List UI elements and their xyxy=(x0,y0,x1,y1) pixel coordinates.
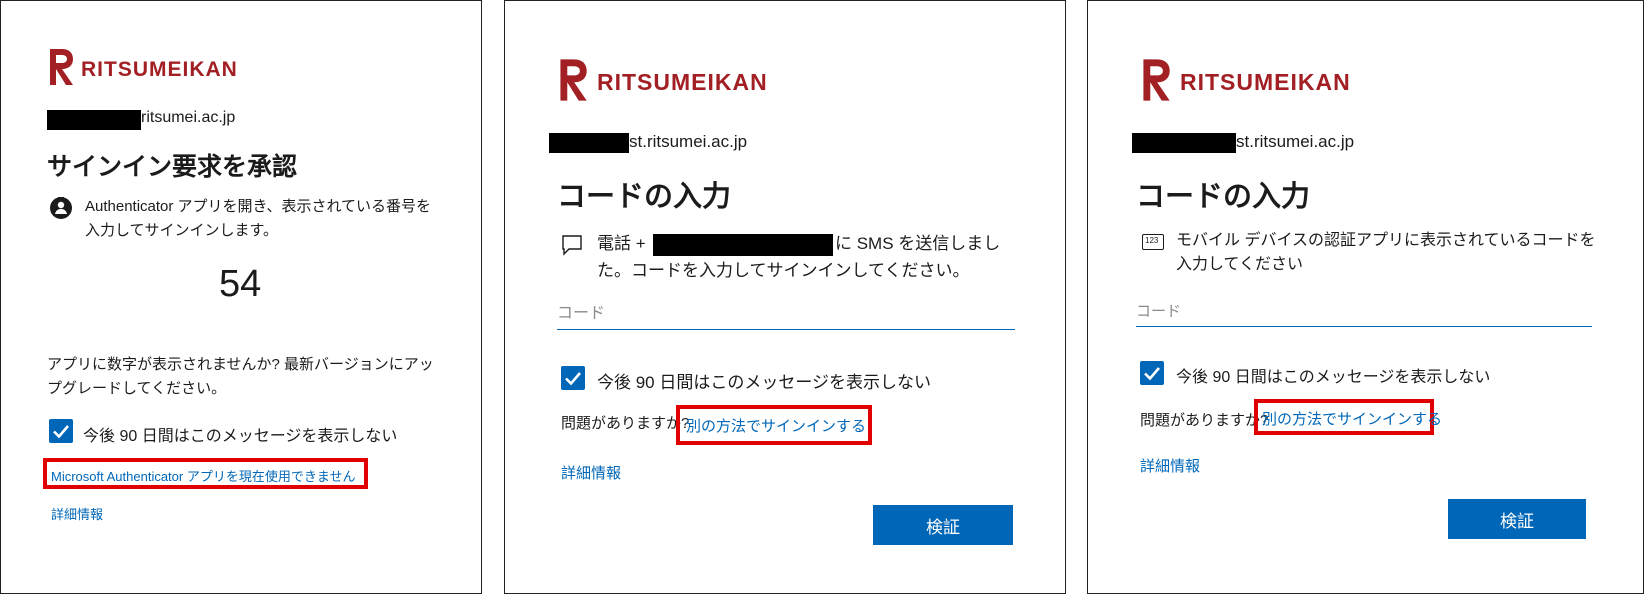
verify-button[interactable]: 検証 xyxy=(873,505,1013,545)
phone-redaction xyxy=(653,234,833,256)
upgrade-message: アプリに数字が表示されませんか? 最新バージョンにアップグレードしてください。 xyxy=(47,356,434,397)
ritsumeikan-logo: RITSUMEIKAN xyxy=(47,47,237,95)
ritsumeikan-logo: RITSUMEIKAN xyxy=(557,57,767,105)
more-info-link[interactable]: 詳細情報 xyxy=(561,462,621,483)
checkmark-icon xyxy=(53,425,69,439)
email-suffix: ritsumei.ac.jp xyxy=(141,109,236,126)
email-suffix: st.ritsumei.ac.jp xyxy=(629,132,748,151)
instruction-message: Authenticator アプリを開き、表示されている番号を入力してサインイン… xyxy=(85,198,432,239)
ritsumeikan-r-logo-icon xyxy=(50,49,73,85)
sms-message-icon xyxy=(561,234,583,261)
other-method-link[interactable]: 別の方法でサインインする xyxy=(686,415,866,436)
more-info-link[interactable]: 詳細情報 xyxy=(1140,455,1200,476)
remember-checkbox[interactable] xyxy=(49,419,73,443)
remember-label: 今後 90 日間はこのメッセージを表示しない xyxy=(597,373,932,392)
sms-code-panel: RITSUMEIKAN st.ritsumei.ac.jp コードの入力 電話 … xyxy=(504,0,1066,594)
more-info-link[interactable]: 詳細情報 xyxy=(51,504,103,523)
numeric-code-icon-text: 123 xyxy=(1145,236,1159,245)
email-redaction xyxy=(549,133,629,153)
remember-checkbox[interactable] xyxy=(1140,361,1164,385)
sign-in-number: 54 xyxy=(219,263,262,305)
email-redaction xyxy=(47,110,141,130)
checkmark-icon xyxy=(565,372,581,386)
remember-label: 今後 90 日間はこのメッセージを表示しない xyxy=(83,428,398,445)
logo-text: RITSUMEIKAN xyxy=(597,69,768,95)
page-title: サインイン要求を承認 xyxy=(47,153,298,181)
remember-label: 今後 90 日間はこのメッセージを表示しない xyxy=(1176,369,1491,386)
logo-text: RITSUMEIKAN xyxy=(81,58,238,81)
sms-message-prefix: 電話 + xyxy=(597,234,646,253)
checkmark-icon xyxy=(1144,367,1160,381)
ritsumeikan-r-logo-icon xyxy=(1143,59,1170,101)
authenticator-lock-icon xyxy=(49,195,73,226)
cannot-use-authenticator-link[interactable]: Microsoft Authenticator アプリを現在使用できません xyxy=(51,466,355,485)
instruction-message: モバイル デバイスの認証アプリに表示されているコードを入力してください xyxy=(1176,232,1596,273)
other-method-link[interactable]: 別の方法でサインインする xyxy=(1262,408,1442,429)
verify-button[interactable]: 検証 xyxy=(1448,499,1586,539)
numeric-code-icon: 123 xyxy=(1142,234,1164,250)
sms-message-suffix-line1: に SMS を送信しまし xyxy=(835,234,1001,253)
code-input[interactable] xyxy=(1136,297,1592,327)
authenticator-approve-panel: RITSUMEIKAN ritsumei.ac.jp サインイン要求を承認 Au… xyxy=(0,0,482,594)
ritsumeikan-logo: RITSUMEIKAN xyxy=(1140,57,1350,105)
email-redaction xyxy=(1132,133,1236,153)
page-title: コードの入力 xyxy=(1136,181,1311,213)
logo-text: RITSUMEIKAN xyxy=(1180,69,1351,95)
ritsumeikan-r-logo-icon xyxy=(560,59,587,101)
authenticator-code-panel: RITSUMEIKAN st.ritsumei.ac.jp コードの入力 123… xyxy=(1087,0,1644,594)
email-suffix: st.ritsumei.ac.jp xyxy=(1236,132,1355,151)
trouble-text: 問題がありますか? xyxy=(561,415,690,432)
trouble-text: 問題がありますか? xyxy=(1140,412,1269,429)
code-input[interactable] xyxy=(557,299,1015,330)
sms-message-suffix-line2: た。コードを入力してサインインしてください。 xyxy=(597,261,970,280)
remember-checkbox[interactable] xyxy=(561,366,585,390)
page-title: コードの入力 xyxy=(557,181,732,213)
